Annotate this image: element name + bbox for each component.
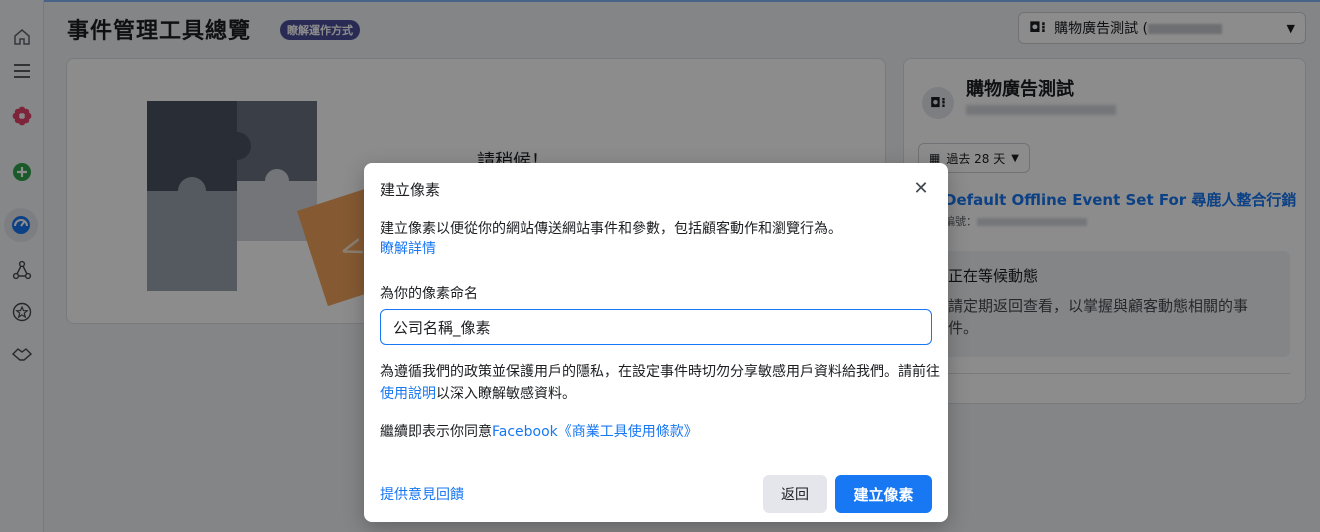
privacy-notice: 為遵循我們的政策並保護用戶的隱私，在設定事件時切勿分享敏感用戶資料給我們。請前往… — [380, 364, 940, 402]
back-button[interactable]: 返回 — [763, 475, 827, 513]
feedback-link[interactable]: 提供意見回饋 — [380, 484, 464, 504]
dialog-title: 建立像素 — [380, 181, 441, 199]
dialog-description: 建立像素以便從你的網站傳送網站事件和參數，包括顧客動作和瀏覽行為。 瞭解詳情 — [380, 221, 842, 257]
learn-more-link[interactable]: 瞭解詳情 — [380, 241, 436, 257]
close-icon[interactable]: ✕ — [910, 177, 932, 199]
create-pixel-dialog: 建立像素 ✕ 建立像素以便從你的網站傳送網站事件和參數，包括顧客動作和瀏覽行為。… — [364, 163, 948, 522]
pixel-name-input[interactable] — [380, 309, 932, 345]
terms-notice: 繼續即表示你同意Facebook《商業工具使用條款》 — [380, 424, 698, 440]
help-center-link[interactable]: 使用說明 — [380, 386, 436, 402]
pixel-name-label: 為你的像素命名 — [380, 286, 478, 302]
terms-link[interactable]: Facebook《商業工具使用條款》 — [492, 424, 698, 440]
create-pixel-button[interactable]: 建立像素 — [835, 475, 932, 513]
